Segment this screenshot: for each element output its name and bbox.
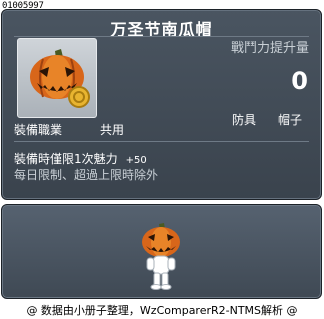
item-tooltip: 万圣节南瓜帽 戰鬥力提升量 0 防具 帽子 裝備職業 共用 裝備時僅限1次魅力 … <box>1 9 322 200</box>
info-divider <box>14 141 309 142</box>
pumpkin-hat-icon <box>30 49 90 108</box>
character-preview-panel <box>1 204 322 299</box>
combat-power-label: 戰鬥力提升量 <box>230 41 309 56</box>
description-line-2: 每日限制、超過上限時除外 <box>14 168 159 182</box>
job-label: 裝備職業 <box>14 123 63 137</box>
character-preview <box>142 223 180 290</box>
tag-armor: 防具 <box>232 113 257 127</box>
footer-credit: @ 数据由小册子整理，WzComparerR2-NTMS解析 @ <box>26 304 298 317</box>
coin-icon <box>68 86 90 108</box>
charm-bonus: +50 <box>125 155 147 166</box>
item-icon-frame <box>17 38 97 118</box>
description-line-1: 裝備時僅限1次魅力 +50 <box>14 150 147 167</box>
tag-hat: 帽子 <box>278 113 303 127</box>
combat-power-value: 0 <box>291 67 308 95</box>
description-text: 裝備時僅限1次魅力 <box>14 152 118 166</box>
job-value: 共用 <box>100 123 125 137</box>
